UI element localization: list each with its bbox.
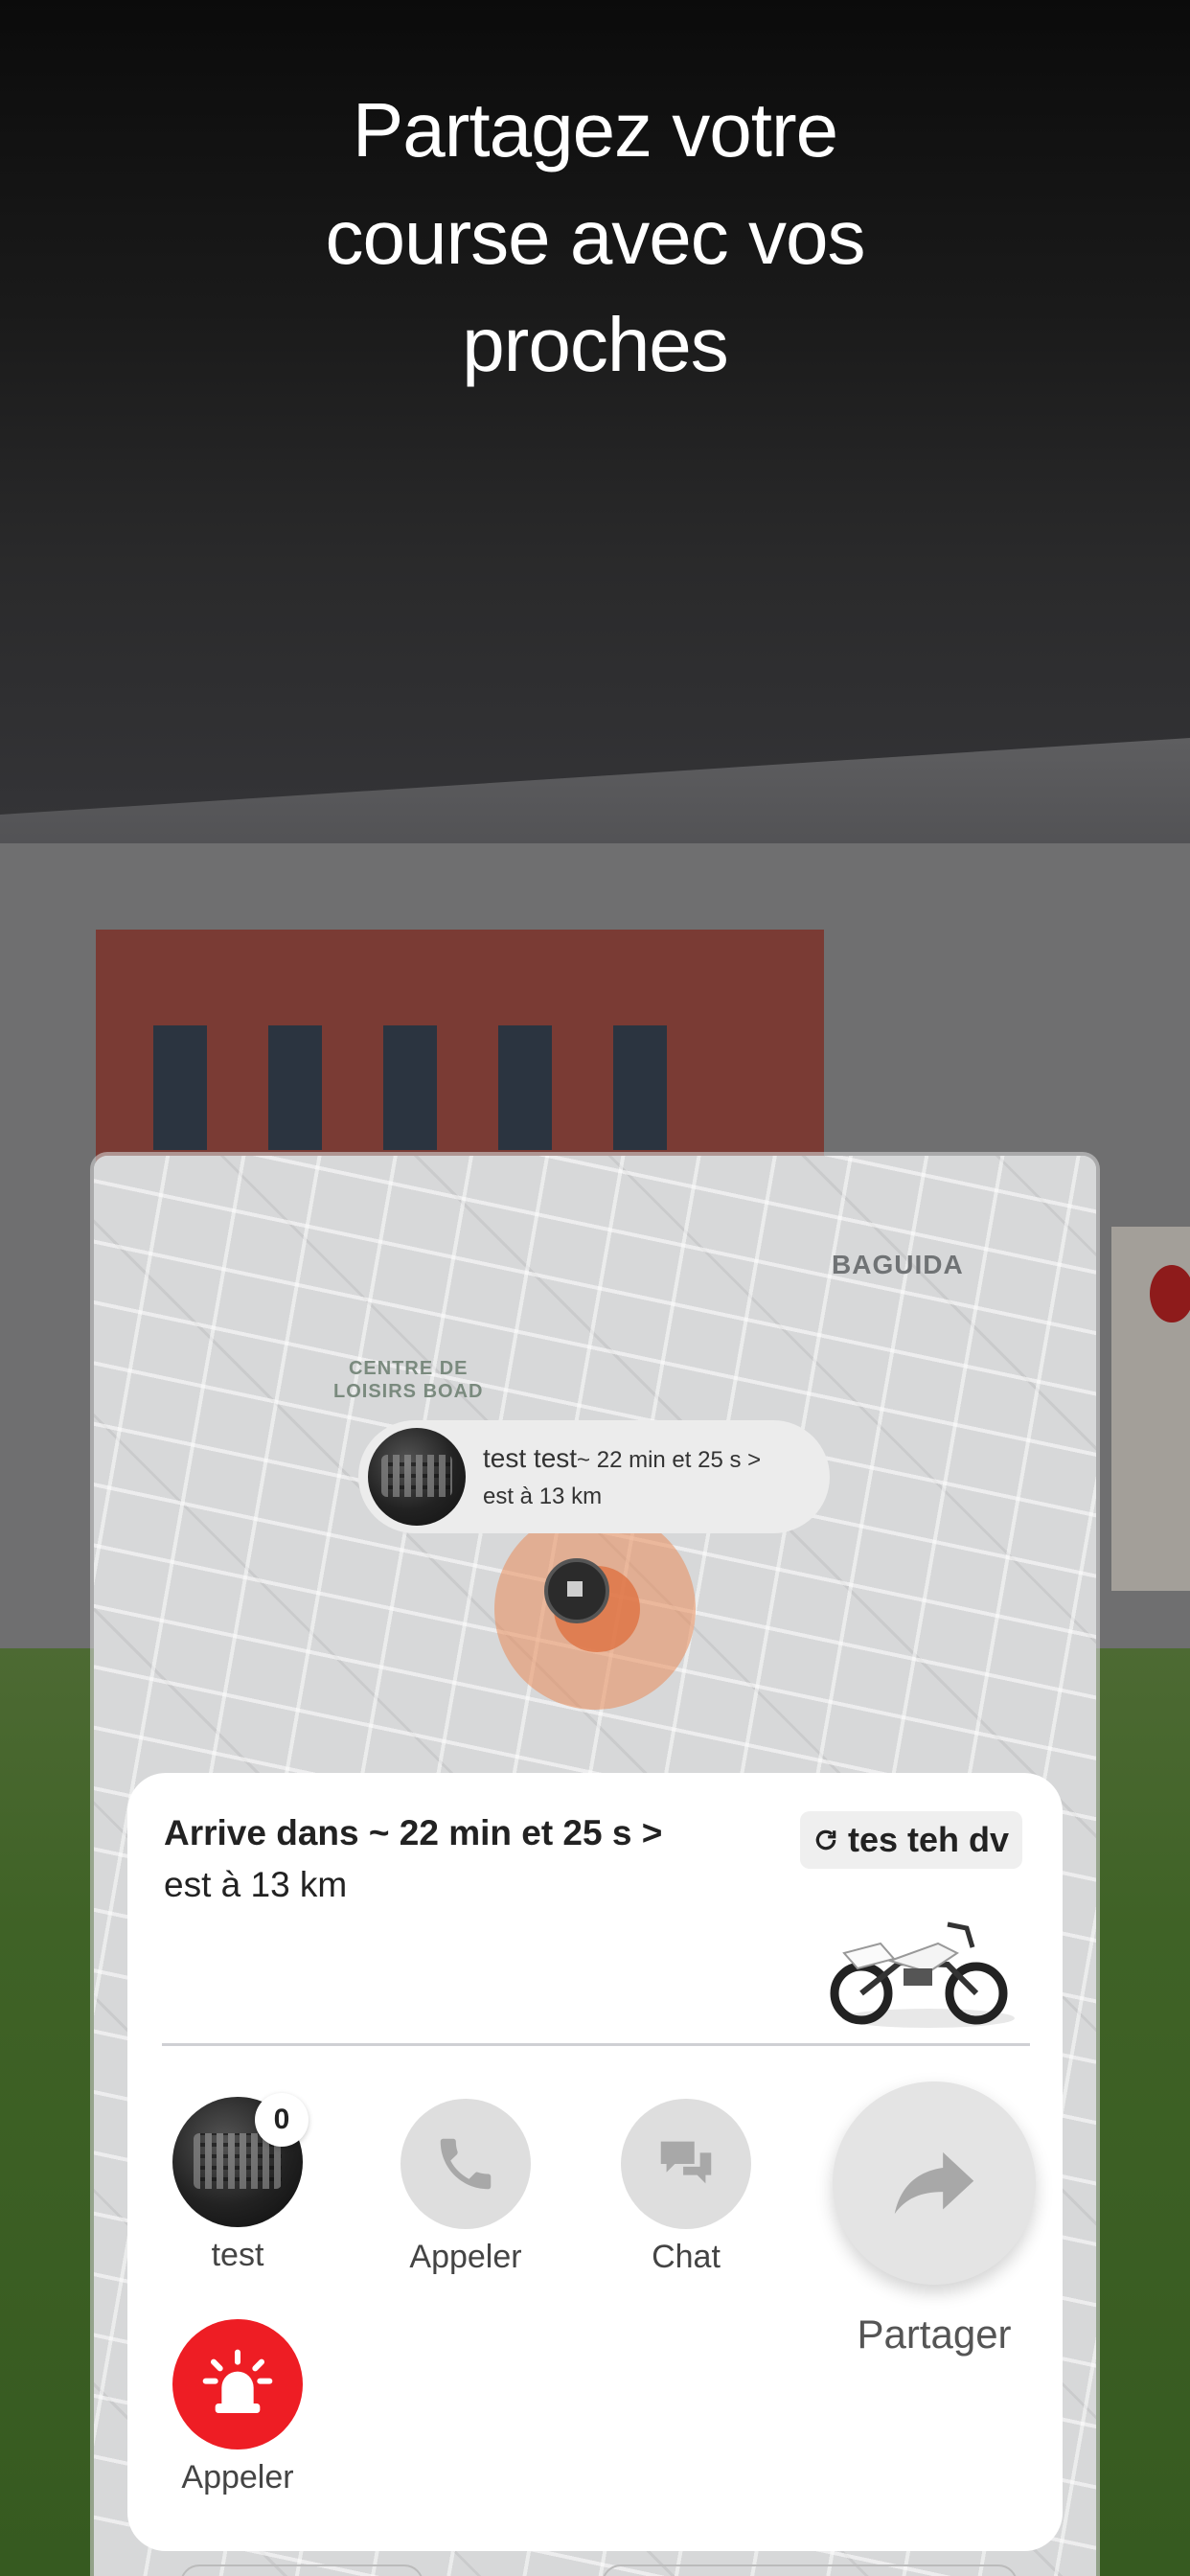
share-trip-button[interactable]: Partager <box>819 2082 1049 2358</box>
share-button-circle <box>833 2082 1036 2285</box>
callout-distance: est à 13 km <box>483 1484 603 1509</box>
phone-screen: BAGUIDA CENTRE DE LOISIRS BOAD test test… <box>94 1156 1096 2576</box>
promo-headline: Partagez votre course avec vos proches <box>0 77 1190 399</box>
phone-icon <box>440 2138 492 2190</box>
callout-driver-name: test test <box>483 1443 578 1473</box>
share-label: Partager <box>857 2312 1012 2357</box>
headline-line-1: Partagez votre <box>352 87 838 172</box>
building-window <box>153 1025 207 1150</box>
bottom-stub-left <box>180 2564 423 2576</box>
trip-card: Arrive dans ~ 22 min et 25 s > est à 13 … <box>127 1773 1063 2551</box>
emergency-button-circle <box>172 2319 303 2450</box>
map-area-label: BAGUIDA <box>832 1250 964 1279</box>
building-window <box>613 1025 667 1150</box>
map-poi-label-line-2: LOISIRS BOAD <box>333 1381 484 1402</box>
headline-line-2: course avec vos <box>325 195 865 280</box>
map-poi-label: CENTRE DE LOISIRS BOAD <box>333 1357 483 1403</box>
chat-bubbles-icon <box>660 2141 712 2184</box>
call-label: Appeler <box>409 2239 522 2275</box>
headline-line-3: proches <box>462 302 729 387</box>
driver-profile-button[interactable]: 0 test <box>166 2093 309 2274</box>
vehicle-plate-text: tes teh dv <box>847 1820 1009 1859</box>
chat-button[interactable]: Chat <box>605 2099 767 2276</box>
arrival-time[interactable]: Arrive dans ~ 22 min et 25 s > <box>164 1813 662 1853</box>
motorcycle-icon <box>830 1921 1015 2028</box>
emergency-call-button[interactable]: Appeler <box>166 2319 309 2496</box>
chat-button-circle <box>621 2099 751 2229</box>
emergency-label: Appeler <box>181 2459 294 2496</box>
side-sign-logo <box>1150 1265 1190 1322</box>
driver-callout[interactable]: test test~ 22 min et 25 s > est à 13 km <box>358 1420 830 1533</box>
building-window <box>383 1025 437 1150</box>
vehicle-plate: tes teh dv <box>799 1811 1022 1869</box>
chat-label: Chat <box>652 2239 721 2275</box>
card-divider <box>162 2043 1030 2046</box>
building-window <box>268 1025 322 1150</box>
emergency-siren-icon <box>202 2349 273 2413</box>
driver-distance: est à 13 km <box>164 1865 348 1904</box>
driver-avatar: 0 <box>172 2093 309 2227</box>
building-window <box>498 1025 552 1150</box>
driver-avatar <box>368 1428 466 1526</box>
refresh-icon <box>815 1829 836 1851</box>
bottom-stub-right <box>602 2564 1018 2576</box>
map-poi-label-line-1: CENTRE DE <box>348 1358 469 1379</box>
call-button-circle <box>400 2099 531 2229</box>
callout-eta: ~ 22 min et 25 s > <box>577 1447 762 1473</box>
call-driver-button[interactable]: Appeler <box>384 2099 547 2276</box>
driver-name-label: test <box>211 2237 264 2273</box>
unread-badge: 0 <box>255 2093 309 2147</box>
callout-title: test test~ 22 min et 25 s > <box>483 1443 761 1474</box>
driver-marker-icon[interactable] <box>544 1558 609 1623</box>
share-arrow-icon <box>894 2151 974 2215</box>
